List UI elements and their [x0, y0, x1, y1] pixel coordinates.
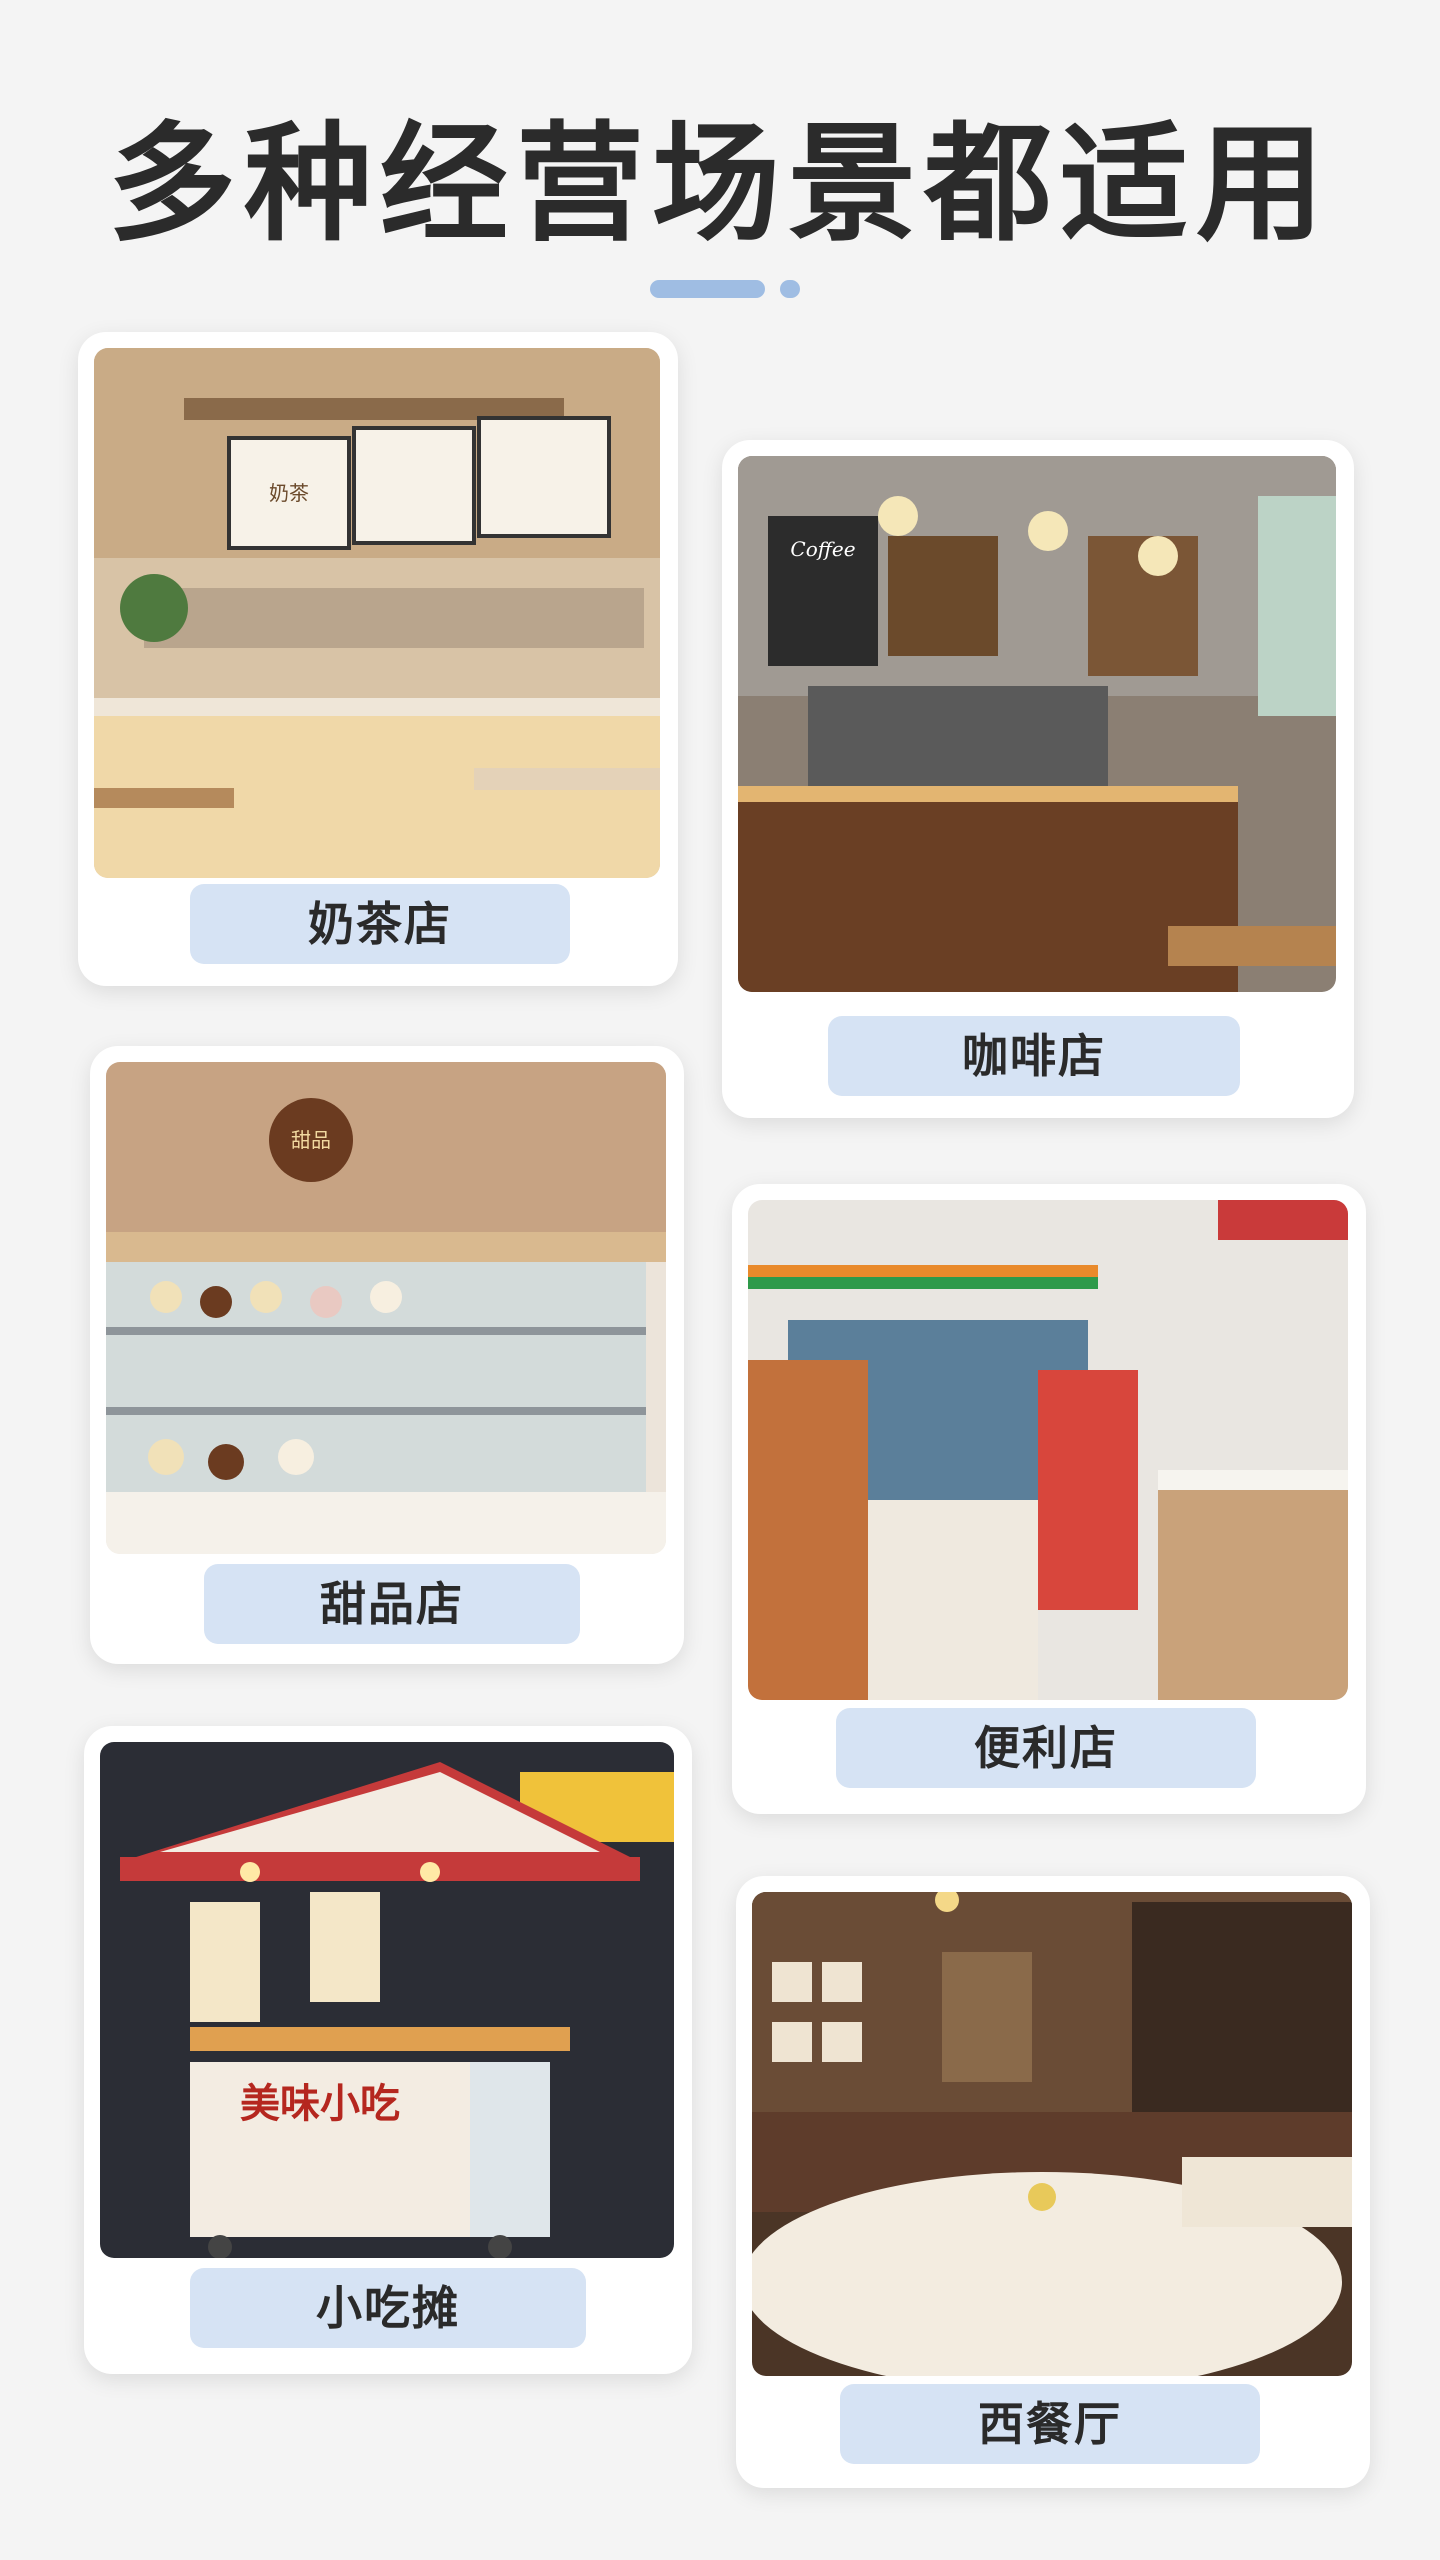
scene-card-western-restaurant[interactable]: 西餐厅: [736, 1876, 1370, 2488]
dessert-shop-photo: 甜品: [106, 1062, 666, 1554]
scene-label-coffee: 咖啡店: [828, 1016, 1240, 1096]
convenience-store-photo: [748, 1200, 1348, 1700]
signage-text-coffee: Coffee: [790, 537, 855, 561]
scene-card-dessert[interactable]: 甜品 甜品店: [90, 1046, 684, 1664]
scene-card-convenience[interactable]: 便利店: [732, 1184, 1366, 1814]
scene-card-snack-stall[interactable]: 美味小吃 小吃摊: [84, 1726, 692, 2374]
scene-label-snack-stall: 小吃摊: [190, 2268, 586, 2348]
title-underline-dot: [780, 280, 800, 298]
scene-label-milk-tea: 奶茶店: [190, 884, 570, 964]
milk-tea-shop-photo: 奶茶: [94, 348, 660, 878]
signage-text-snack: 美味小吃: [240, 2080, 400, 2127]
scene-card-coffee[interactable]: Coffee 咖啡店: [722, 440, 1354, 1118]
snack-stall-photo: 美味小吃: [100, 1742, 674, 2258]
signage-text-dessert: 甜品: [291, 1128, 331, 1152]
western-restaurant-photo: [752, 1892, 1352, 2376]
title-underline-bar: [650, 280, 765, 298]
page-title: 多种经营场景都适用: [107, 110, 1332, 259]
scene-card-milk-tea[interactable]: 奶茶 奶茶店: [78, 332, 678, 986]
scene-label-convenience: 便利店: [836, 1708, 1256, 1788]
signage-text-1: 奶茶: [269, 481, 309, 505]
coffee-shop-photo: Coffee: [738, 456, 1336, 992]
scene-label-western-restaurant: 西餐厅: [840, 2384, 1260, 2464]
scene-label-dessert: 甜品店: [204, 1564, 580, 1644]
